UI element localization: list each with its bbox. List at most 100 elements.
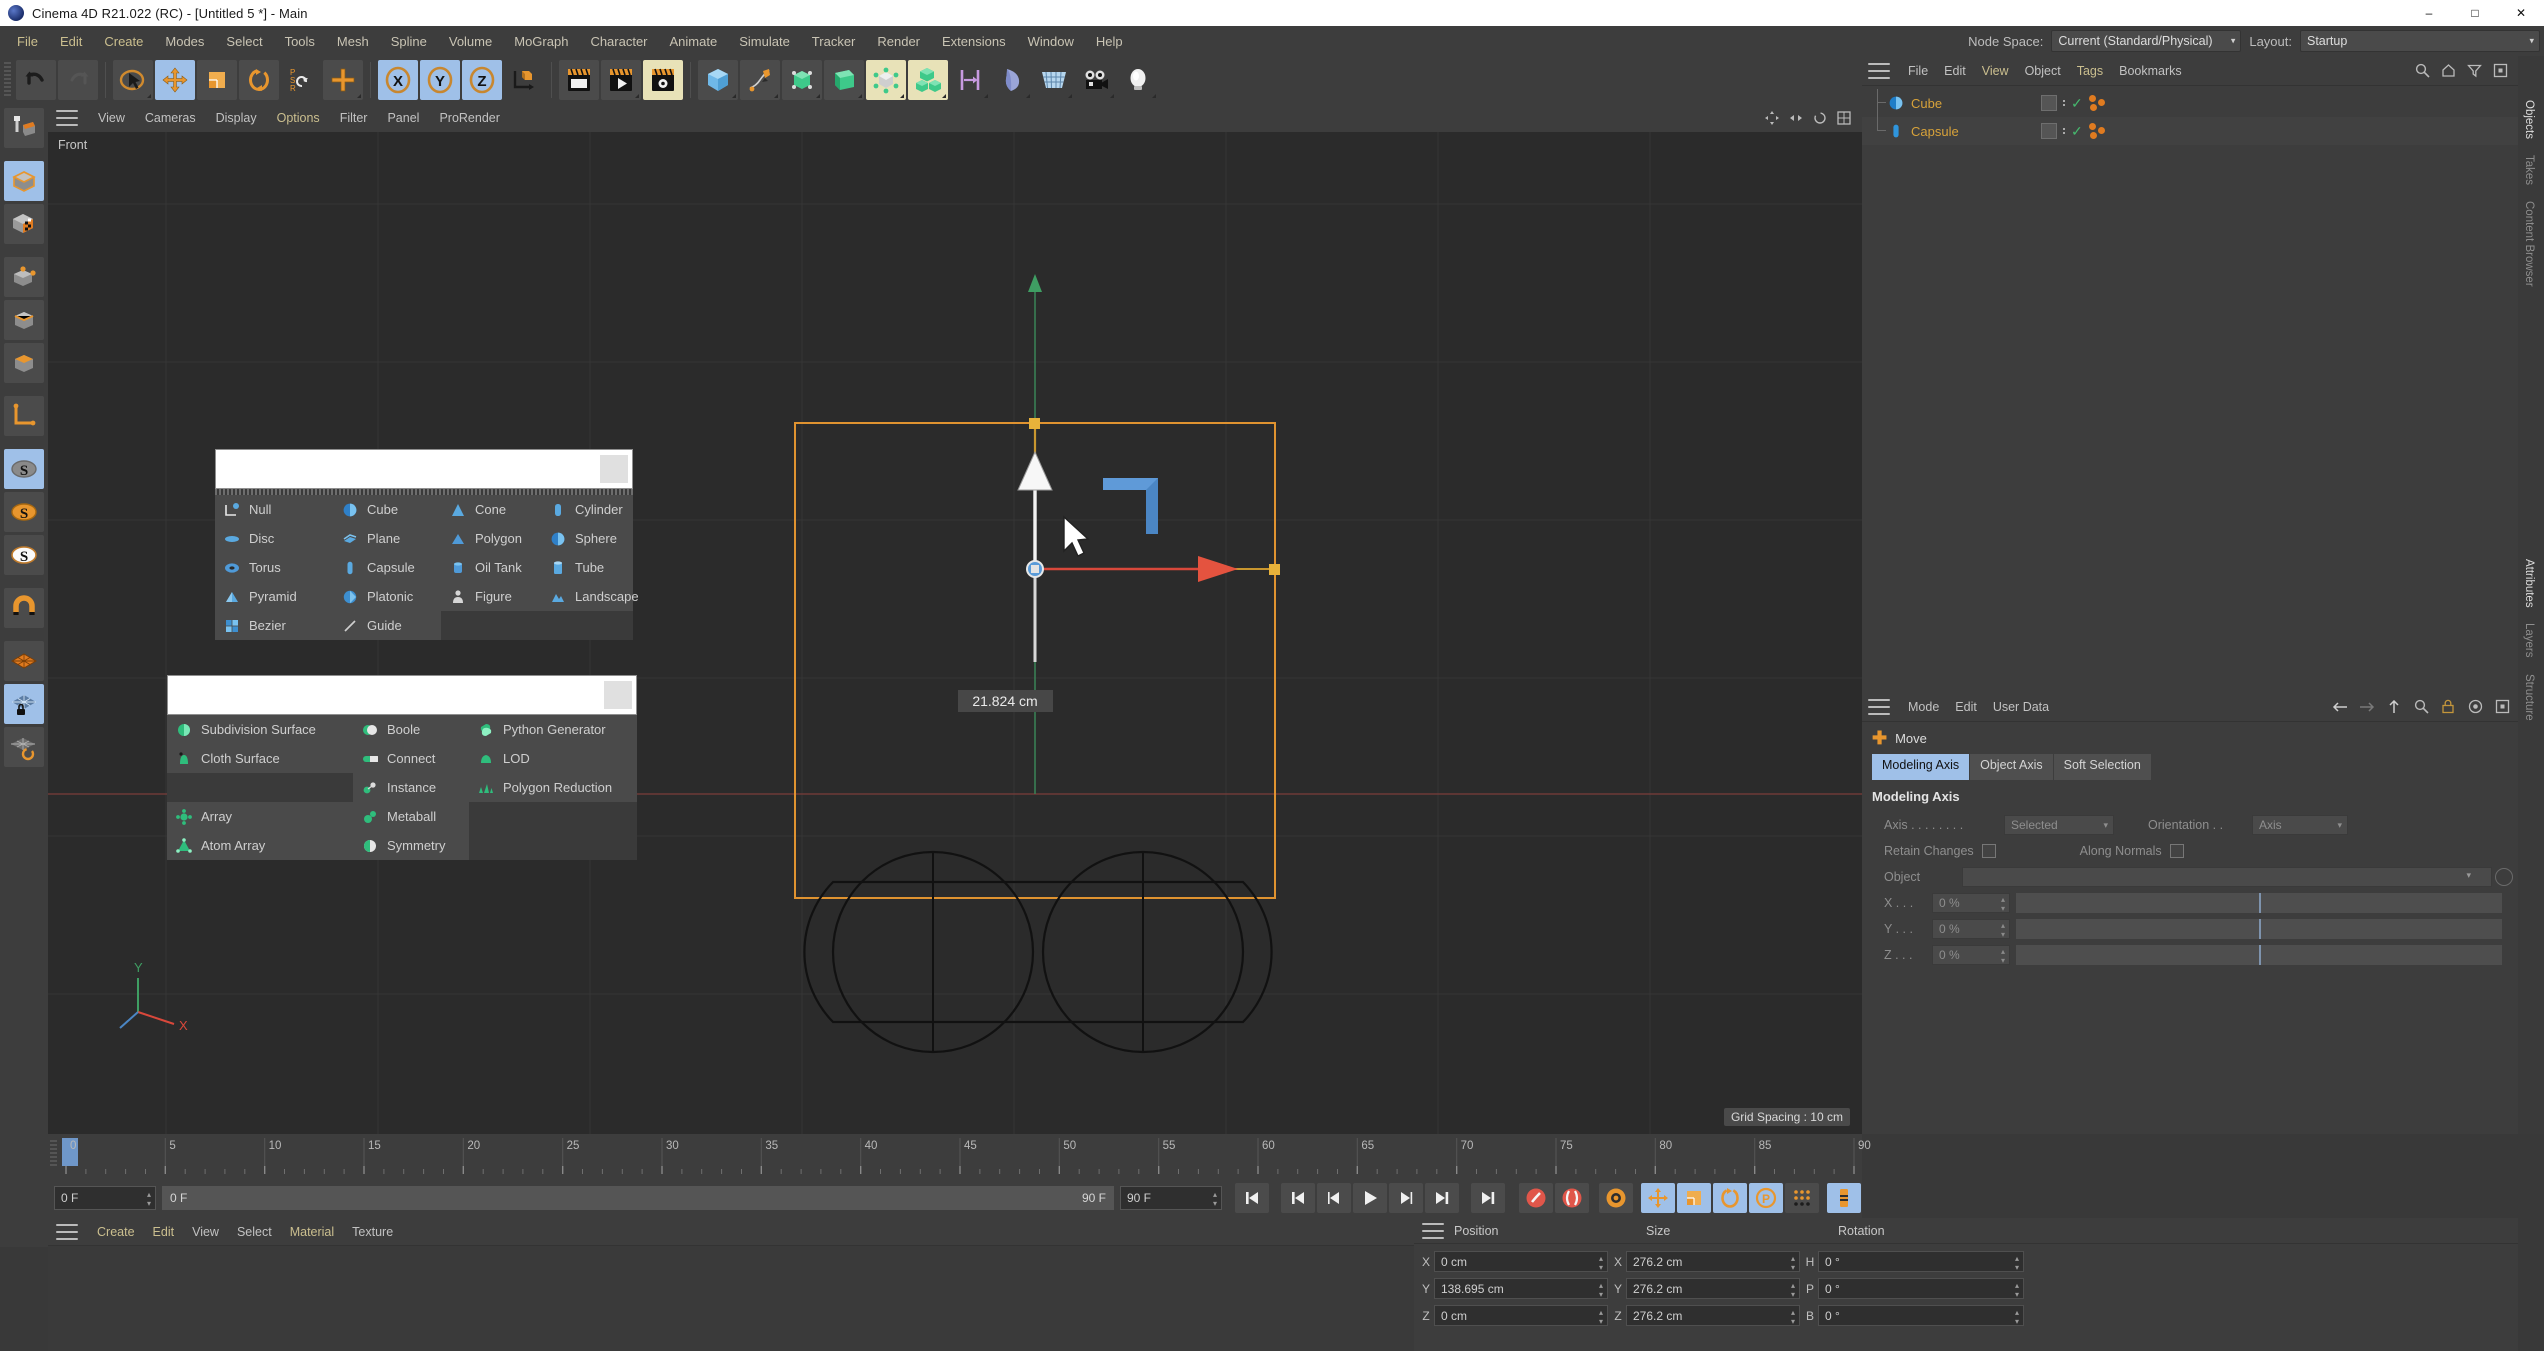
- generator-item-lod[interactable]: LOD: [469, 744, 637, 773]
- menu-tracker[interactable]: Tracker: [801, 30, 867, 53]
- viewport-menu-filter[interactable]: Filter: [330, 109, 378, 127]
- pan-view-icon[interactable]: [1762, 108, 1782, 128]
- generator-item-instance[interactable]: Instance: [353, 773, 469, 802]
- z-percent-slider[interactable]: [2016, 945, 2502, 965]
- size-field[interactable]: 276.2 cm ▴ ▾: [1626, 1251, 1800, 1272]
- primitive-item-null[interactable]: Null: [215, 495, 333, 524]
- generators-popup-header[interactable]: [167, 675, 637, 715]
- live-selection-tool-button[interactable]: [113, 60, 153, 100]
- keyframe-mode-button[interactable]: [1827, 1183, 1861, 1213]
- render-to-picture-viewer-button[interactable]: [601, 60, 641, 100]
- x-axis-lock-button[interactable]: X: [378, 60, 418, 100]
- menu-select[interactable]: Select: [215, 30, 273, 53]
- primitive-item-oil-tank[interactable]: Oil Tank: [441, 553, 541, 582]
- menu-create[interactable]: Create: [93, 30, 154, 53]
- coordinate-manager-hamburger-icon[interactable]: [1422, 1222, 1444, 1239]
- scale-key-button[interactable]: [1677, 1183, 1711, 1213]
- attributes-tab-object-axis[interactable]: Object Axis: [1970, 754, 2053, 780]
- undo-button[interactable]: [16, 60, 56, 100]
- attributes-menu-edit[interactable]: Edit: [1947, 698, 1985, 716]
- lock-icon[interactable]: [2438, 697, 2458, 717]
- viewport-menu-options[interactable]: Options: [267, 109, 330, 127]
- object-manager-row[interactable]: Cube ✓: [1862, 89, 2518, 117]
- make-editable-button[interactable]: [4, 108, 44, 148]
- object-manager-menu-object[interactable]: Object: [2017, 62, 2069, 80]
- go-to-next-keyframe-button[interactable]: [1425, 1183, 1459, 1213]
- add-hair-object-button[interactable]: [950, 60, 990, 100]
- viewport-menu-display[interactable]: Display: [206, 109, 267, 127]
- attributes-menu-mode[interactable]: Mode: [1900, 698, 1947, 716]
- primitive-item-guide[interactable]: Guide: [333, 611, 441, 640]
- viewport-menu-panel[interactable]: Panel: [377, 109, 429, 127]
- primitive-item-polygon[interactable]: Polygon: [441, 524, 541, 553]
- record-active-objects-button[interactable]: [1519, 1183, 1553, 1213]
- go-to-previous-keyframe-button[interactable]: [1281, 1183, 1315, 1213]
- add-environment-object-button[interactable]: [866, 60, 906, 100]
- viewport-menu-prorender[interactable]: ProRender: [429, 109, 509, 127]
- material-manager-body[interactable]: [48, 1246, 1414, 1351]
- primitive-item-platonic[interactable]: Platonic: [333, 582, 441, 611]
- enabled-check-icon[interactable]: ✓: [2071, 123, 2083, 140]
- current-frame-field[interactable]: 0 F ▴ ▾: [54, 1186, 156, 1210]
- generator-item-atom-array[interactable]: Atom Array: [167, 831, 353, 860]
- object-manager-hamburger-icon[interactable]: [1868, 62, 1890, 79]
- node-space-select[interactable]: Current (Standard/Physical) ▾: [2051, 30, 2242, 52]
- spinner-icon[interactable]: ▴ ▾: [2001, 895, 2005, 913]
- attributes-tab-strip[interactable]: Modeling Axis Object Axis Soft Selection: [1862, 754, 2518, 780]
- object-manager-menu-edit[interactable]: Edit: [1936, 62, 1974, 80]
- spinner-icon[interactable]: ▴ ▾: [2015, 1281, 2019, 1299]
- generators-popup-menu[interactable]: Subdivision Surface Cloth Surface Array Ato…: [167, 675, 637, 860]
- scale-tool-button[interactable]: [197, 60, 237, 100]
- axis-select[interactable]: Selected ▾: [2004, 815, 2114, 835]
- viewport-menu-cameras[interactable]: Cameras: [135, 109, 206, 127]
- edge-mode-button[interactable]: [4, 300, 44, 340]
- maximize-button[interactable]: □: [2452, 0, 2498, 26]
- object-tags-icon[interactable]: [2088, 95, 2107, 111]
- material-menu-texture[interactable]: Texture: [343, 1223, 402, 1241]
- side-tab-attributes[interactable]: Attributes: [2518, 551, 2540, 616]
- position-key-button[interactable]: [1641, 1183, 1675, 1213]
- spinner-icon[interactable]: ▴ ▾: [1791, 1254, 1795, 1272]
- position-field[interactable]: 138.695 cm ▴ ▾: [1434, 1278, 1608, 1299]
- x-percent-field[interactable]: 0 % ▴ ▾: [1932, 893, 2010, 913]
- object-manager-row[interactable]: Capsule ✓: [1862, 117, 2518, 145]
- target-icon[interactable]: [2465, 697, 2485, 717]
- play-button[interactable]: [1353, 1183, 1387, 1213]
- object-tags-icon[interactable]: [2088, 123, 2107, 139]
- menu-animate[interactable]: Animate: [659, 30, 729, 53]
- panel-options-icon[interactable]: [2492, 697, 2512, 717]
- menu-mograph[interactable]: MoGraph: [503, 30, 579, 53]
- object-manager-menu-view[interactable]: View: [1974, 62, 2017, 80]
- rotation-key-button[interactable]: [1713, 1183, 1747, 1213]
- render-settings-button[interactable]: [643, 60, 683, 100]
- position-field[interactable]: 0 cm ▴ ▾: [1434, 1305, 1608, 1326]
- spinner-icon[interactable]: ▴ ▾: [147, 1190, 151, 1208]
- generator-item-python-generator[interactable]: Python Generator: [469, 715, 637, 744]
- retain-changes-checkbox[interactable]: [1981, 844, 1996, 858]
- add-camera-object-button[interactable]: [1076, 60, 1116, 100]
- add-spline-object-button[interactable]: [740, 60, 780, 100]
- back-arrow-icon[interactable]: [2330, 697, 2350, 717]
- add-cube-object-button[interactable]: [698, 60, 738, 100]
- autokeying-button[interactable]: [1555, 1183, 1589, 1213]
- go-to-start-button[interactable]: [1235, 1183, 1269, 1213]
- spinner-icon[interactable]: ▴ ▾: [1599, 1281, 1603, 1299]
- y-axis-lock-button[interactable]: Y: [420, 60, 460, 100]
- primitive-item-tube[interactable]: Tube: [541, 553, 633, 582]
- rotate-view-icon[interactable]: [1810, 108, 1830, 128]
- spinner-icon[interactable]: ▴ ▾: [1791, 1308, 1795, 1326]
- attributes-tab-soft-selection[interactable]: Soft Selection: [2053, 754, 2151, 780]
- add-generator-object-button[interactable]: [782, 60, 822, 100]
- parameter-key-button[interactable]: P: [1749, 1183, 1783, 1213]
- enabled-check-icon[interactable]: ✓: [2071, 95, 2083, 112]
- object-picker-icon[interactable]: [2495, 868, 2513, 886]
- enable-axis-button[interactable]: S: [4, 449, 44, 489]
- layout-select[interactable]: Startup ▾: [2300, 30, 2540, 52]
- primitive-item-pyramid[interactable]: Pyramid: [215, 582, 333, 611]
- toolbar-grip[interactable]: [4, 62, 11, 98]
- size-field[interactable]: 276.2 cm ▴ ▾: [1626, 1278, 1800, 1299]
- viewport-canvas[interactable]: 21.824 cm Y X Front Grid Spacing : 10 cm: [48, 132, 1862, 1134]
- spinner-icon[interactable]: ▴ ▾: [1599, 1254, 1603, 1272]
- primitive-item-plane[interactable]: Plane: [333, 524, 441, 553]
- close-button[interactable]: ✕: [2498, 0, 2544, 26]
